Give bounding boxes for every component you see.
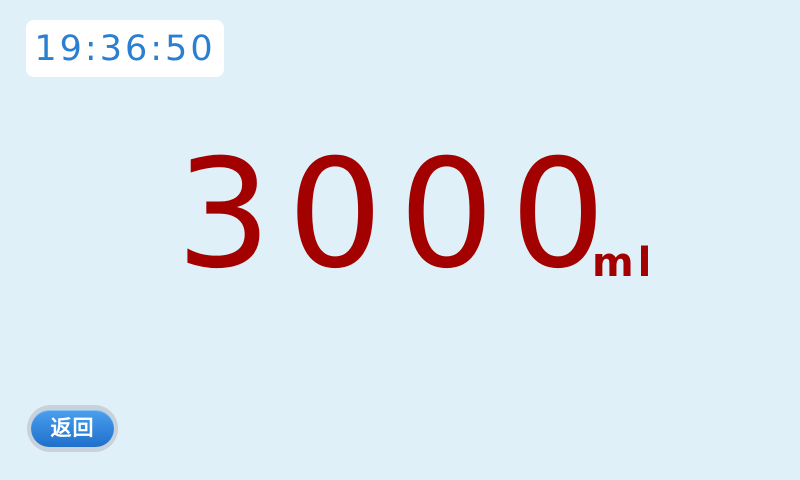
clock-panel: 19:36:50 (26, 20, 224, 77)
volume-display-screen: 19:36:50 3000 ml 返回 (0, 0, 800, 480)
volume-reading: 3000 (176, 130, 622, 300)
clock-time: 19:36:50 (34, 29, 216, 69)
back-button[interactable]: 返回 (27, 405, 118, 452)
volume-value: 3000 (176, 128, 622, 302)
back-button-face[interactable]: 返回 (31, 410, 114, 447)
volume-unit: ml (592, 240, 656, 286)
back-button-label[interactable]: 返回 (31, 410, 114, 447)
